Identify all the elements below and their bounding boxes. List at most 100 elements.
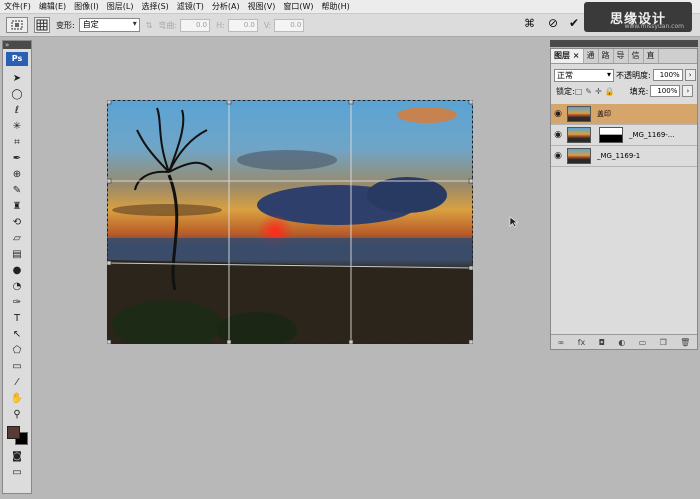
screen-mode-icon[interactable]: ▭ (3, 464, 31, 480)
eyedropper2-icon[interactable]: ⁄ (3, 374, 31, 390)
bend-label: 弯曲: (158, 20, 178, 30)
menu-select[interactable]: 选择(S) (137, 1, 172, 13)
marquee-icon[interactable]: ◯ (3, 86, 31, 102)
layer-name: _MG_1169-1 (597, 152, 641, 160)
new-group-icon[interactable]: ▭ (639, 338, 647, 347)
notes-icon[interactable]: ▭ (3, 358, 31, 374)
document-canvas[interactable] (107, 100, 473, 344)
warp-toggle-icon[interactable]: ⌘ (524, 17, 535, 30)
eraser-icon[interactable]: ▱ (3, 230, 31, 246)
toolbox: » Ps ➤ ◯ ℓ ✳ ⌗ ✒ ⊕ ✎ ♜ ⟲ ▱ ▤ ● ◔ ✑ T ↖ ⬠… (2, 40, 32, 494)
menu-layer[interactable]: 图层(L) (103, 1, 138, 13)
visibility-eye-icon[interactable]: ◉ (551, 109, 565, 119)
blend-mode-select[interactable]: 正常 (554, 68, 614, 82)
menu-edit[interactable]: 编辑(E) (35, 1, 70, 13)
photo-image (107, 100, 473, 344)
menu-image[interactable]: 图像(I) (70, 1, 103, 13)
bend-field[interactable]: 0.0 (180, 18, 211, 32)
move-icon[interactable]: ➤ (3, 70, 31, 86)
transform-tool-icon[interactable] (6, 17, 28, 33)
tab-paths[interactable]: 路 (599, 49, 614, 63)
lock-transparent-icon[interactable]: □ (575, 87, 583, 96)
fill-arrow-button[interactable]: › (682, 85, 694, 97)
layer-style-icon[interactable]: fx (578, 338, 586, 347)
delete-layer-icon[interactable]: 🗑 (680, 338, 690, 347)
h-distortion-field[interactable]: 0.0 (227, 18, 258, 32)
tab-info[interactable]: 信 (629, 49, 644, 63)
blur-icon[interactable]: ● (3, 262, 31, 278)
adjustment-layer-icon[interactable]: ◐ (618, 338, 625, 347)
menu-help[interactable]: 帮助(H) (318, 1, 354, 13)
link-layers-icon[interactable]: ∞ (558, 338, 565, 347)
tab-channels[interactable]: 通 (584, 49, 599, 63)
h-label: H: (216, 20, 225, 30)
watermark-logo: 思缘设计 www.missyuan.com (584, 2, 692, 32)
blend-row: 正常 不透明度: 100% › (551, 67, 697, 83)
menu-filter[interactable]: 滤镜(T) (173, 1, 208, 13)
zoom-icon[interactable]: ⚲ (3, 406, 31, 422)
layer-name: _MG_1169-... (629, 131, 675, 139)
cancel-icon[interactable]: ⊘ (548, 16, 558, 30)
visibility-eye-icon[interactable]: ◉ (551, 151, 565, 161)
color-swatches (3, 422, 31, 448)
dodge-icon[interactable]: ◔ (3, 278, 31, 294)
layer-row-mg1169-masked[interactable]: ◉ _MG_1169-... (551, 125, 697, 146)
hand-icon[interactable]: ✋ (3, 390, 31, 406)
fill-field[interactable]: 100% (650, 85, 681, 97)
layer-thumbnail (567, 106, 591, 122)
crop-icon[interactable]: ⌗ (3, 134, 31, 150)
panel-tabs: 图层 × 通 路 导 信 直 (551, 49, 697, 64)
fill-label: 填充: (629, 86, 649, 96)
lock-position-icon[interactable]: ✛ (595, 87, 602, 96)
logo-url: www.missyuan.com (624, 23, 684, 30)
panel-footer: ∞ fx ◘ ◐ ▭ ❐ 🗑 (551, 334, 697, 349)
healing-icon[interactable]: ⊕ (3, 166, 31, 182)
warp-label: 变形: (56, 20, 75, 30)
warp-mode-icon[interactable] (34, 17, 50, 33)
quick-mask-icon[interactable]: ◙ (3, 448, 31, 464)
tab-navigator[interactable]: 导 (614, 49, 629, 63)
menu-analysis[interactable]: 分析(A) (208, 1, 244, 13)
tab-layers[interactable]: 图层 × (551, 49, 584, 63)
foreground-color-swatch[interactable] (7, 426, 20, 439)
menu-window[interactable]: 窗口(W) (279, 1, 317, 13)
brush-icon[interactable]: ✎ (3, 182, 31, 198)
layer-row-mg1169-1[interactable]: ◉ _MG_1169-1 (551, 146, 697, 167)
pen-icon[interactable]: ✑ (3, 294, 31, 310)
new-layer-icon[interactable]: ❐ (660, 338, 667, 347)
layer-thumbnail (567, 127, 591, 143)
warp-style-select[interactable]: 自定 (78, 18, 140, 32)
lock-label: 锁定: (556, 86, 575, 96)
stamp-icon[interactable]: ♜ (3, 198, 31, 214)
type-icon[interactable]: T (3, 310, 31, 326)
lasso-icon[interactable]: ℓ (3, 102, 31, 118)
shape-icon[interactable]: ⬠ (3, 342, 31, 358)
add-mask-icon[interactable]: ◘ (599, 338, 605, 347)
opacity-arrow-button[interactable]: › (684, 69, 696, 81)
lock-all-icon[interactable]: 🔒 (605, 87, 615, 96)
lock-image-icon[interactable]: ✎ (585, 87, 592, 96)
visibility-eye-icon[interactable]: ◉ (551, 130, 565, 140)
magic-wand-icon[interactable]: ✳ (3, 118, 31, 134)
lock-row: 锁定: □ ✎ ✛ 🔒 填充: 100% › (551, 83, 697, 99)
layer-mask-thumbnail[interactable] (599, 127, 623, 143)
panel-grip[interactable] (550, 40, 698, 47)
menu-view[interactable]: 视图(V) (244, 1, 280, 13)
v-distortion-field[interactable]: 0.0 (274, 18, 305, 32)
cursor-icon (509, 216, 519, 228)
layer-row-stamp[interactable]: ◉ 盖印 (551, 104, 697, 125)
path-select-icon[interactable]: ↖ (3, 326, 31, 342)
eyedropper-icon[interactable]: ✒ (3, 150, 31, 166)
tab-histogram[interactable]: 直 (644, 49, 659, 63)
ps-badge[interactable]: Ps (6, 52, 28, 66)
v-label: V: (263, 20, 272, 30)
toolbox-grip[interactable]: » (3, 41, 31, 49)
history-brush-icon[interactable]: ⟲ (3, 214, 31, 230)
gradient-icon[interactable]: ▤ (3, 246, 31, 262)
menu-file[interactable]: 文件(F) (0, 1, 35, 13)
layer-thumbnail (567, 148, 591, 164)
checkmark-icon[interactable]: ✔ (569, 16, 579, 30)
opacity-field[interactable]: 100% (652, 69, 683, 81)
orientation-icon: ⇅ (145, 20, 153, 30)
layer-name: 盖印 (597, 110, 611, 118)
